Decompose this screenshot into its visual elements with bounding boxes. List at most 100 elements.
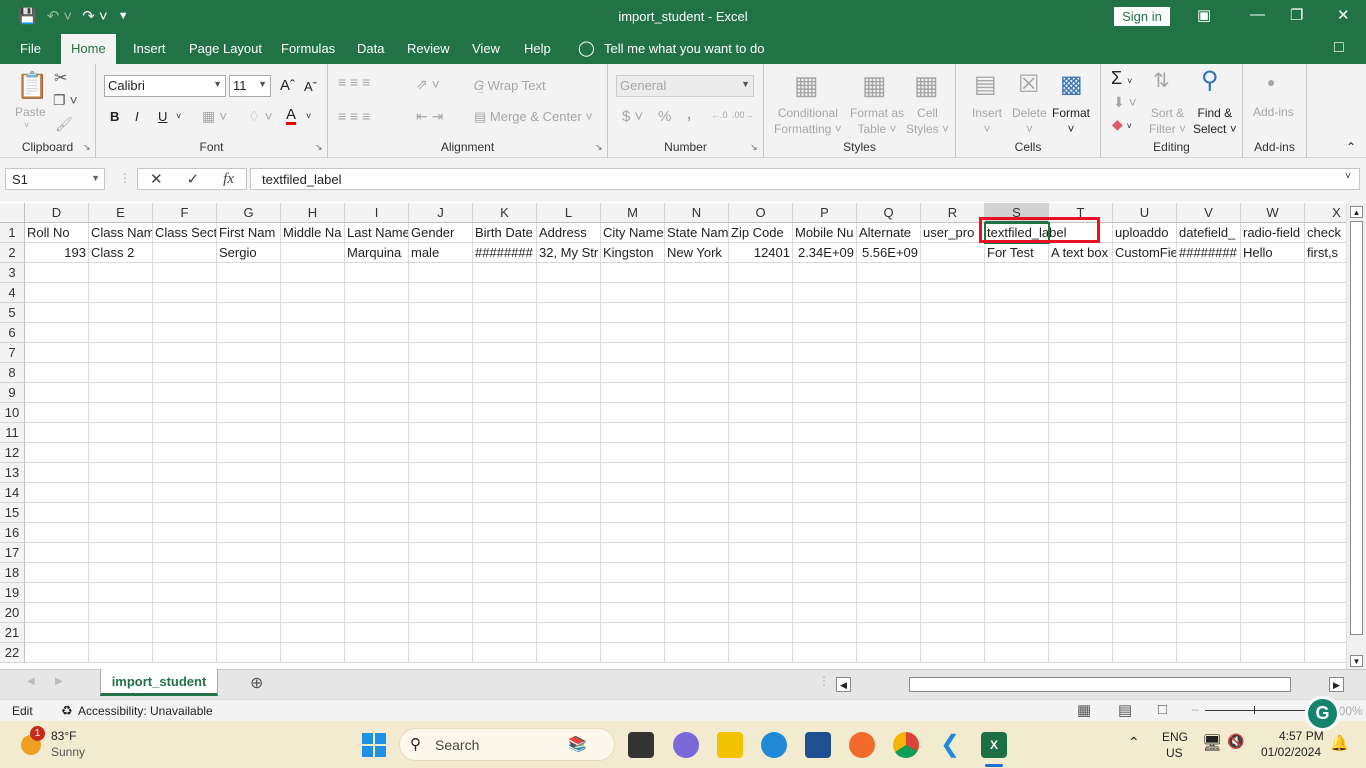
cell-r14[interactable] bbox=[921, 483, 985, 503]
cell-w3[interactable] bbox=[1241, 263, 1305, 283]
cell-x9[interactable] bbox=[1305, 383, 1346, 403]
tell-me-search[interactable]: Tell me what you want to do bbox=[604, 41, 764, 56]
cell-d4[interactable] bbox=[25, 283, 89, 303]
cell-x8[interactable] bbox=[1305, 363, 1346, 383]
cell-v16[interactable] bbox=[1177, 523, 1241, 543]
cell-t7[interactable] bbox=[1049, 343, 1113, 363]
bold-button[interactable]: B bbox=[110, 109, 119, 124]
column-header-o[interactable]: O bbox=[729, 203, 793, 223]
decrease-font-icon[interactable]: Aˇ bbox=[304, 79, 317, 94]
cell-q1[interactable]: Alternate bbox=[857, 223, 921, 243]
cell-u4[interactable] bbox=[1113, 283, 1177, 303]
font-name-select[interactable]: Calibri ▼ bbox=[104, 75, 226, 97]
cell-x3[interactable] bbox=[1305, 263, 1346, 283]
insert-function-icon[interactable]: fx bbox=[223, 171, 234, 188]
cell-f15[interactable] bbox=[153, 503, 217, 523]
indent-icon[interactable]: ⇤ ⇥ bbox=[416, 108, 443, 125]
cell-h3[interactable] bbox=[281, 263, 345, 283]
cell-v5[interactable] bbox=[1177, 303, 1241, 323]
addins-button[interactable]: Add-ins bbox=[1253, 105, 1294, 119]
cell-d21[interactable] bbox=[25, 623, 89, 643]
scroll-right-icon[interactable]: ▶ bbox=[1329, 677, 1344, 692]
cell-s4[interactable] bbox=[985, 283, 1049, 303]
currency-button[interactable]: $ ˅ bbox=[622, 108, 643, 125]
paste-button[interactable]: Paste bbox=[15, 105, 46, 119]
column-header-f[interactable]: F bbox=[153, 203, 217, 223]
cell-r9[interactable] bbox=[921, 383, 985, 403]
cell-q22[interactable] bbox=[857, 643, 921, 663]
cell-m19[interactable] bbox=[601, 583, 665, 603]
cell-s12[interactable] bbox=[985, 443, 1049, 463]
row-header-11[interactable]: 11 bbox=[0, 423, 25, 443]
name-box[interactable]: S1 ▼ bbox=[5, 168, 105, 190]
cell-j14[interactable] bbox=[409, 483, 473, 503]
column-header-w[interactable]: W bbox=[1241, 203, 1305, 223]
cell-l11[interactable] bbox=[537, 423, 601, 443]
cell-v21[interactable] bbox=[1177, 623, 1241, 643]
weather-temp[interactable]: 83°F bbox=[51, 729, 76, 743]
firefox-icon[interactable] bbox=[849, 732, 875, 758]
cell-n13[interactable] bbox=[665, 463, 729, 483]
cell-u17[interactable] bbox=[1113, 543, 1177, 563]
cell-h6[interactable] bbox=[281, 323, 345, 343]
cell-r17[interactable] bbox=[921, 543, 985, 563]
next-sheet-icon[interactable]: ▶ bbox=[55, 676, 63, 687]
cell-n18[interactable] bbox=[665, 563, 729, 583]
cell-m11[interactable] bbox=[601, 423, 665, 443]
cell-n5[interactable] bbox=[665, 303, 729, 323]
cell-e19[interactable] bbox=[89, 583, 153, 603]
cell-q19[interactable] bbox=[857, 583, 921, 603]
cell-f2[interactable] bbox=[153, 243, 217, 263]
cell-v3[interactable] bbox=[1177, 263, 1241, 283]
cell-q14[interactable] bbox=[857, 483, 921, 503]
cell-d1[interactable]: Roll No bbox=[25, 223, 89, 243]
cell-m12[interactable] bbox=[601, 443, 665, 463]
task-view-icon[interactable] bbox=[628, 732, 654, 758]
cell-j7[interactable] bbox=[409, 343, 473, 363]
cell-t5[interactable] bbox=[1049, 303, 1113, 323]
row-header-7[interactable]: 7 bbox=[0, 343, 25, 363]
cell-n6[interactable] bbox=[665, 323, 729, 343]
cell-s20[interactable] bbox=[985, 603, 1049, 623]
cell-p22[interactable] bbox=[793, 643, 857, 663]
clear-icon[interactable]: ◆ ˅ bbox=[1112, 116, 1132, 133]
cell-v13[interactable] bbox=[1177, 463, 1241, 483]
close-icon[interactable]: ✕ bbox=[1337, 6, 1350, 24]
cell-n17[interactable] bbox=[665, 543, 729, 563]
cell-q11[interactable] bbox=[857, 423, 921, 443]
cell-u21[interactable] bbox=[1113, 623, 1177, 643]
cell-p4[interactable] bbox=[793, 283, 857, 303]
cell-f7[interactable] bbox=[153, 343, 217, 363]
cell-h22[interactable] bbox=[281, 643, 345, 663]
cell-x2[interactable]: first,s bbox=[1305, 243, 1346, 263]
cell-q7[interactable] bbox=[857, 343, 921, 363]
cell-w17[interactable] bbox=[1241, 543, 1305, 563]
cell-h19[interactable] bbox=[281, 583, 345, 603]
cell-h8[interactable] bbox=[281, 363, 345, 383]
cell-o8[interactable] bbox=[729, 363, 793, 383]
language-indicator[interactable]: ENG bbox=[1162, 730, 1188, 744]
cell-o21[interactable] bbox=[729, 623, 793, 643]
cell-d2[interactable]: 193 bbox=[25, 243, 89, 263]
font-launcher-icon[interactable]: ↘ bbox=[315, 142, 323, 153]
fill-icon[interactable]: ⬇ ˅ bbox=[1113, 94, 1137, 111]
cell-s15[interactable] bbox=[985, 503, 1049, 523]
cell-m14[interactable] bbox=[601, 483, 665, 503]
cell-w8[interactable] bbox=[1241, 363, 1305, 383]
cell-h4[interactable] bbox=[281, 283, 345, 303]
cell-l6[interactable] bbox=[537, 323, 601, 343]
cell-o9[interactable] bbox=[729, 383, 793, 403]
cell-n4[interactable] bbox=[665, 283, 729, 303]
cell-f19[interactable] bbox=[153, 583, 217, 603]
row-header-16[interactable]: 16 bbox=[0, 523, 25, 543]
cell-o5[interactable] bbox=[729, 303, 793, 323]
cell-f6[interactable] bbox=[153, 323, 217, 343]
row-header-1[interactable]: 1 bbox=[0, 223, 25, 243]
tab-formulas[interactable]: Formulas bbox=[281, 41, 335, 56]
cell-t10[interactable] bbox=[1049, 403, 1113, 423]
cell-i7[interactable] bbox=[345, 343, 409, 363]
cell-e9[interactable] bbox=[89, 383, 153, 403]
cell-x15[interactable] bbox=[1305, 503, 1346, 523]
cell-o17[interactable] bbox=[729, 543, 793, 563]
comma-button[interactable]: , bbox=[687, 106, 691, 123]
